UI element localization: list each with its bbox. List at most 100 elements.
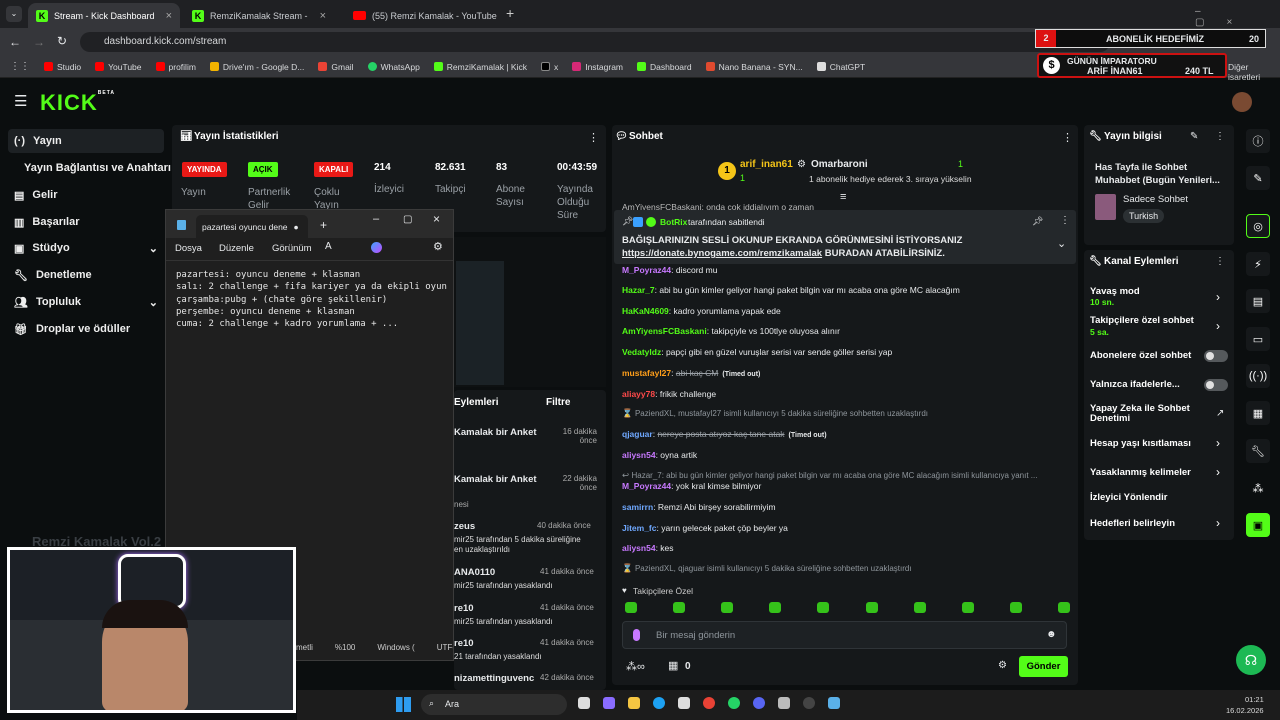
donate-link[interactable]: https://donate.bynogame.com/remzikamalak (622, 248, 822, 259)
sidebar-item-stream-key[interactable]: Yayın Bağlantısı ve Anahtarı (8, 156, 173, 180)
windows-start-icon[interactable] (396, 697, 411, 712)
emote-icon[interactable] (721, 602, 734, 613)
target-icon[interactable]: ◎ (1246, 214, 1270, 238)
forward-icon[interactable]: → (33, 35, 45, 49)
chevron-right-icon[interactable]: › (1216, 436, 1220, 450)
tab-search-button[interactable]: ⌄ (6, 6, 22, 22)
bookmark-profilim[interactable]: profilim (155, 62, 196, 72)
bookmark-whatsapp[interactable]: WhatsApp (367, 62, 420, 72)
media-player-icon[interactable] (803, 697, 815, 709)
emote-icon[interactable] (1009, 602, 1022, 613)
settings-gear-icon[interactable]: ⚙ (433, 240, 443, 253)
action-raid[interactable]: İzleyici Yönlendir (1090, 492, 1167, 503)
stream-preview[interactable] (454, 237, 606, 387)
notepad-taskbar-icon[interactable] (828, 697, 840, 709)
menu-gorunum[interactable]: Görünüm (272, 243, 312, 254)
sidebar-item-topluluk[interactable]: 👥︎ Topluluk ⌄ (8, 290, 164, 314)
action-emotes-only[interactable]: Yalnızca ifadelerle... (1090, 379, 1180, 390)
emote-icon[interactable] (1057, 602, 1070, 613)
chevron-right-icon[interactable]: › (1216, 516, 1220, 530)
chat-username[interactable]: aliayy78 (622, 389, 655, 399)
toggle-emotes-only[interactable] (1204, 379, 1228, 391)
send-button[interactable]: Gönder (1019, 656, 1068, 677)
action-slow-mode[interactable]: Yavaş mod (1090, 286, 1140, 297)
scroll-down-icon[interactable]: ≡ (840, 191, 846, 203)
broadcast-icon[interactable]: ((·)) (1246, 364, 1270, 388)
browser-tab-youtube[interactable]: (55) Remzi Kamalak - YouTube × (345, 3, 497, 28)
info-icon[interactable]: ⓘ (1246, 129, 1270, 153)
points-icon[interactable]: ⁂∞ (626, 660, 645, 673)
chat-username[interactable]: M_Poyraz44 (622, 265, 671, 275)
chevron-right-icon[interactable]: › (1216, 465, 1220, 479)
bookmark-dashboard[interactable]: Dashboard (637, 62, 692, 72)
copilot-icon[interactable] (603, 697, 615, 709)
task-view-icon[interactable] (578, 697, 590, 709)
bookmark-chatgpt[interactable]: ChatGPT (816, 62, 865, 72)
more-options-icon[interactable]: ⋮ (1062, 131, 1073, 144)
chevron-right-icon[interactable]: › (1216, 319, 1220, 333)
maximize-icon[interactable]: ▢ (403, 214, 412, 225)
mic-icon[interactable] (633, 629, 640, 641)
bookmark-youtube[interactable]: YouTube (95, 62, 142, 72)
copilot-icon[interactable] (371, 242, 382, 253)
close-icon[interactable]: × (433, 212, 440, 226)
emote-icon[interactable] (865, 602, 878, 613)
more-options-icon[interactable]: ⋮ (1215, 256, 1225, 267)
bookmark-x[interactable]: x (540, 62, 558, 72)
emoji-icon[interactable]: ☻ (1046, 629, 1057, 640)
emote-icon[interactable] (769, 602, 782, 613)
dots-icon[interactable]: ⁂ (1246, 476, 1270, 500)
whatsapp-icon[interactable] (728, 697, 740, 709)
chat-username[interactable]: M_Poyraz44 (622, 481, 671, 491)
emote-icon[interactable] (673, 602, 686, 613)
menu-dosya[interactable]: Dosya (175, 243, 202, 254)
emote-icon[interactable] (961, 602, 974, 613)
chat-username[interactable]: Vedatyldz (622, 347, 661, 357)
menu-duzenle[interactable]: Düzenle (219, 243, 254, 254)
edit-icon[interactable]: ✎ (1246, 166, 1270, 190)
wrench-icon[interactable]: 🔧︎ (1246, 439, 1270, 463)
action-subscribers-only[interactable]: Abonelere özel sohbet (1090, 350, 1191, 361)
emote-icon[interactable] (817, 602, 830, 613)
sidebar-item-droplar[interactable]: 🎁︎ Droplar ve ödüller (8, 317, 164, 341)
file-explorer-icon[interactable] (628, 697, 640, 709)
hamburger-menu-icon[interactable]: ☰ (14, 92, 27, 110)
browser-tab-kick-dashboard[interactable]: K Stream - Kick Dashboard × (28, 3, 180, 28)
chat-username[interactable]: HaKaN4609 (622, 306, 669, 316)
top-gifter[interactable]: 1 arif_inan61 1 (718, 158, 793, 186)
bookmark-gmail[interactable]: Gmail (318, 62, 354, 72)
more-options-icon[interactable]: ⋮ (1060, 215, 1070, 226)
sidebar-item-gelir[interactable]: ▤ Gelir (8, 183, 164, 207)
chat-bubble-icon[interactable]: ▭ (1246, 327, 1270, 351)
chat-username[interactable]: AmYiyensFCBaskani (622, 326, 707, 336)
close-icon[interactable]: × (320, 10, 326, 22)
reload-icon[interactable]: ↻ (57, 34, 67, 48)
discord-icon[interactable] (753, 697, 765, 709)
back-icon[interactable]: ← (9, 35, 21, 49)
new-tab-icon[interactable]: + (320, 218, 327, 232)
notepad-tab[interactable]: pazartesi oyuncu dene ● (196, 215, 308, 238)
chat-username[interactable]: qjaguar (622, 429, 653, 439)
action-followers-only[interactable]: Takipçilere özel sohbet (1090, 315, 1194, 326)
external-link-icon[interactable]: ↗ (1216, 408, 1224, 419)
apps-icon[interactable]: ⋮⋮ (10, 61, 30, 72)
chat-username[interactable]: mustafayl27 (622, 368, 671, 378)
sidebar-item-denetleme[interactable]: 🔧︎ Denetleme (8, 263, 164, 287)
chat-username[interactable]: aliysn54 (622, 450, 656, 460)
pin-action-icon[interactable]: 📌︎ (1032, 216, 1043, 227)
action-set-goals[interactable]: Hedefleri belirleyin (1090, 518, 1175, 529)
sidebar-item-studyo[interactable]: ▣ Stüdyo ⌄ (8, 236, 164, 260)
layout-icon[interactable]: ▦ (1246, 401, 1270, 425)
bookmark-instagram[interactable]: Instagram (572, 62, 623, 72)
kick-logo[interactable]: KICKBETA (40, 90, 115, 116)
clipboard-icon[interactable]: ▤ (1246, 289, 1270, 313)
chevron-down-icon[interactable]: ⌄ (1057, 237, 1066, 250)
gift-box-icon[interactable]: ▦ (668, 659, 678, 672)
toggle-subscribers-only[interactable] (1204, 350, 1228, 362)
new-tab-button[interactable]: + (506, 5, 514, 21)
format-icon[interactable]: A (325, 241, 332, 252)
app-icon[interactable] (778, 697, 790, 709)
chevron-right-icon[interactable]: › (1216, 290, 1220, 304)
action-account-age[interactable]: Hesap yaşı kısıtlaması (1090, 438, 1191, 449)
chat-input[interactable]: Bir mesaj gönderin ☻ (622, 621, 1067, 649)
